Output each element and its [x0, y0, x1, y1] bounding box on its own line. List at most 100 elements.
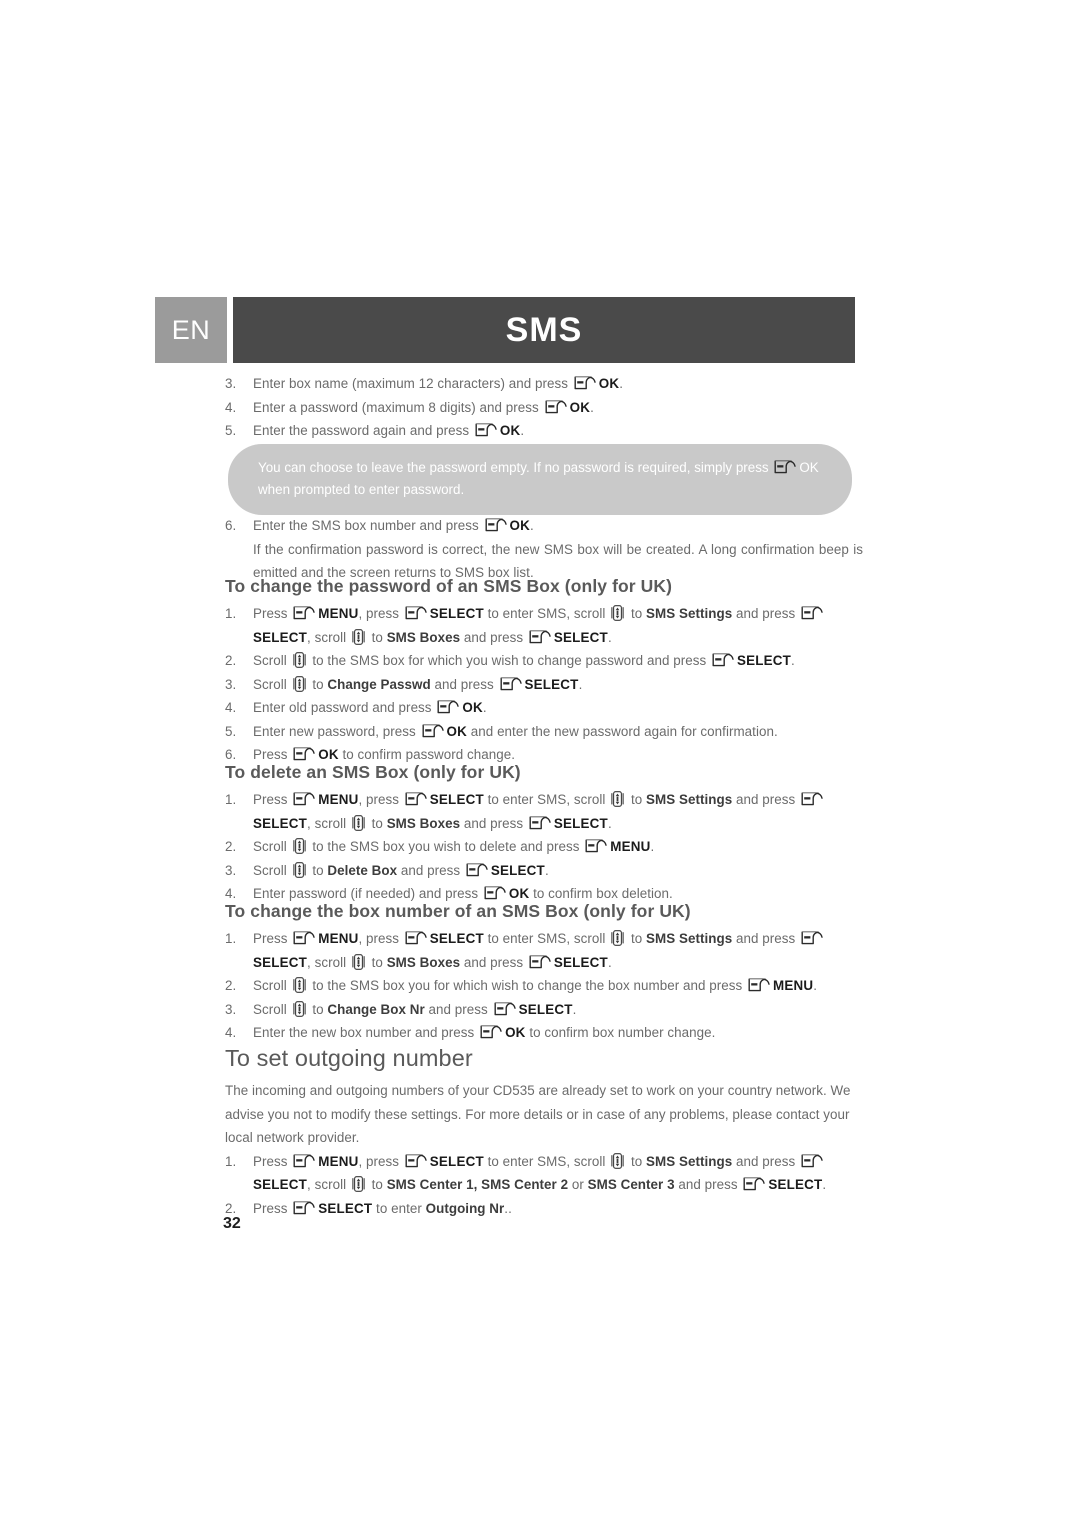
menu-item-name: Delete Box [327, 862, 398, 878]
instruction-text: . [544, 862, 549, 878]
manual-page: EN SMS 3. Enter box name (maximum 12 char… [0, 0, 1080, 1528]
softkey-icon [480, 1025, 502, 1040]
numbered-step: 3. Enter box name (maximum 12 characters)… [225, 372, 863, 396]
step-body: Scroll to Change Box Nr and press SELECT… [253, 1000, 576, 1017]
step-body: Press MENU, press SELECT to enter SMS, s… [253, 791, 826, 831]
scroll-icon [611, 1152, 624, 1169]
softkey-label: OK [509, 518, 531, 533]
numbered-step: 1. Press MENU, press SELECT to enter SMS,… [225, 927, 863, 974]
instruction-text: and press [460, 815, 527, 831]
softkey-icon [405, 792, 427, 807]
instruction-text: . [530, 518, 534, 533]
instruction-text: , press [358, 606, 403, 621]
step-number: 4. [225, 700, 237, 715]
step-body: Scroll to Delete Box and press SELECT. [253, 861, 549, 878]
instruction-text: to [367, 954, 387, 970]
scroll-icon [292, 652, 306, 668]
step-number: 2. [225, 839, 237, 854]
instruction-text: Press [253, 747, 292, 762]
step-number: 5. [225, 423, 237, 438]
softkey-label: MENU [773, 978, 814, 993]
softkey-label: SELECT [253, 815, 308, 831]
instruction-text: to enter SMS, scroll [483, 931, 610, 946]
top-steps-list: 3. Enter box name (maximum 12 characters)… [225, 372, 863, 443]
menu-item-name: Change Passwd [327, 676, 431, 692]
softkey-label: SELECT [318, 1200, 373, 1216]
instruction-text: Enter the password again and press [253, 423, 473, 438]
softkey-icon [500, 677, 522, 692]
numbered-step: 5. Enter new password, press OK and enter… [225, 720, 863, 744]
softkey-label: SELECT [524, 676, 579, 692]
softkey-label: SELECT [553, 629, 608, 645]
numbered-step: 1. Press MENU, press SELECT to enter SMS,… [225, 788, 863, 835]
softkey-label: SELECT [253, 1177, 308, 1192]
numbered-step: 1. Press MENU, press SELECT to enter SMS,… [225, 1150, 863, 1197]
softkey-label: SELECT [429, 606, 484, 621]
step-body: Scroll to the SMS box you wish to delete… [253, 838, 655, 854]
step-number: 6. [225, 518, 237, 533]
instruction-text: . [590, 399, 594, 415]
softkey-icon [774, 460, 797, 475]
scroll-icon [611, 791, 624, 807]
instruction-text: to confirm password change. [338, 747, 516, 762]
instruction-text: . [619, 376, 624, 391]
instruction-text: . [791, 653, 795, 668]
step-body: Press MENU, press SELECT to enter SMS, s… [253, 1152, 827, 1192]
numbered-step: 5. Enter the password again and press OK. [225, 419, 863, 443]
instruction-text: to [627, 931, 647, 946]
softkey-label: SELECT [553, 954, 608, 970]
menu-item-name: SMS Boxes [386, 954, 461, 970]
softkey-icon [585, 839, 607, 854]
instruction-text: Scroll [253, 1001, 291, 1017]
instruction-text: . [822, 1177, 827, 1192]
instruction-text: and press [460, 629, 527, 645]
softkey-icon [801, 792, 823, 807]
instruction-text: . [520, 423, 525, 438]
scroll-icon [352, 953, 365, 970]
softkey-label: MENU [318, 792, 359, 807]
scroll-icon [292, 861, 306, 878]
step-number: 1. [225, 606, 237, 621]
step-body: Enter old password and press OK. [253, 700, 487, 715]
softkey-label: SELECT [253, 629, 308, 645]
menu-item-name: Change Box Nr [327, 1001, 425, 1017]
step-number: 3. [225, 676, 237, 692]
scroll-icon [352, 628, 365, 645]
softkey-label: OK [499, 423, 521, 438]
note-line-1-ok: OK [799, 460, 819, 475]
numbered-step: 4. Enter the new box number and press OK … [225, 1021, 863, 1045]
instruction-text: to enter [372, 1200, 426, 1216]
scroll-icon [292, 1000, 306, 1017]
step-number: 5. [225, 723, 237, 739]
scroll-icon [611, 930, 624, 946]
instruction-text: . [607, 954, 612, 970]
softkey-icon [293, 1201, 315, 1216]
instruction-text: to [627, 606, 647, 621]
softkey-label: SELECT [429, 792, 484, 807]
numbered-step: 2. Press SELECT to enter Outgoing Nr.. [225, 1197, 863, 1221]
softkey-icon [293, 931, 315, 946]
instruction-text: . [650, 839, 655, 854]
instruction-text: to [367, 815, 387, 831]
instruction-text: . [813, 978, 818, 993]
instruction-text: to [367, 1177, 387, 1192]
softkey-label: OK [508, 886, 530, 901]
section-outgoing-number: To set outgoing number The incoming and o… [225, 1045, 863, 1220]
softkey-icon [529, 630, 551, 645]
section-heading: To change the password of an SMS Box (on… [225, 576, 673, 596]
softkey-label: MENU [318, 1153, 359, 1169]
instruction-text: , scroll [307, 815, 350, 831]
softkey-icon [529, 816, 551, 831]
note-line-2: when prompted to enter password. [258, 482, 465, 497]
softkey-label: SELECT [768, 1177, 823, 1192]
language-badge: EN [155, 297, 227, 363]
outgoing-paragraph: The incoming and outgoing numbers of you… [225, 1083, 851, 1145]
instruction-text: to [367, 629, 387, 645]
scroll-icon [611, 605, 624, 621]
instruction-text: Enter the new box number and press [253, 1025, 479, 1040]
instruction-text: and press [424, 1001, 492, 1017]
instruction-text: and press [732, 792, 800, 807]
numbered-step: 3. Scroll to Delete Box and press SELECT. [225, 859, 863, 883]
softkey-icon [437, 700, 460, 715]
note-line-1-text: You can choose to leave the password emp… [258, 460, 773, 475]
